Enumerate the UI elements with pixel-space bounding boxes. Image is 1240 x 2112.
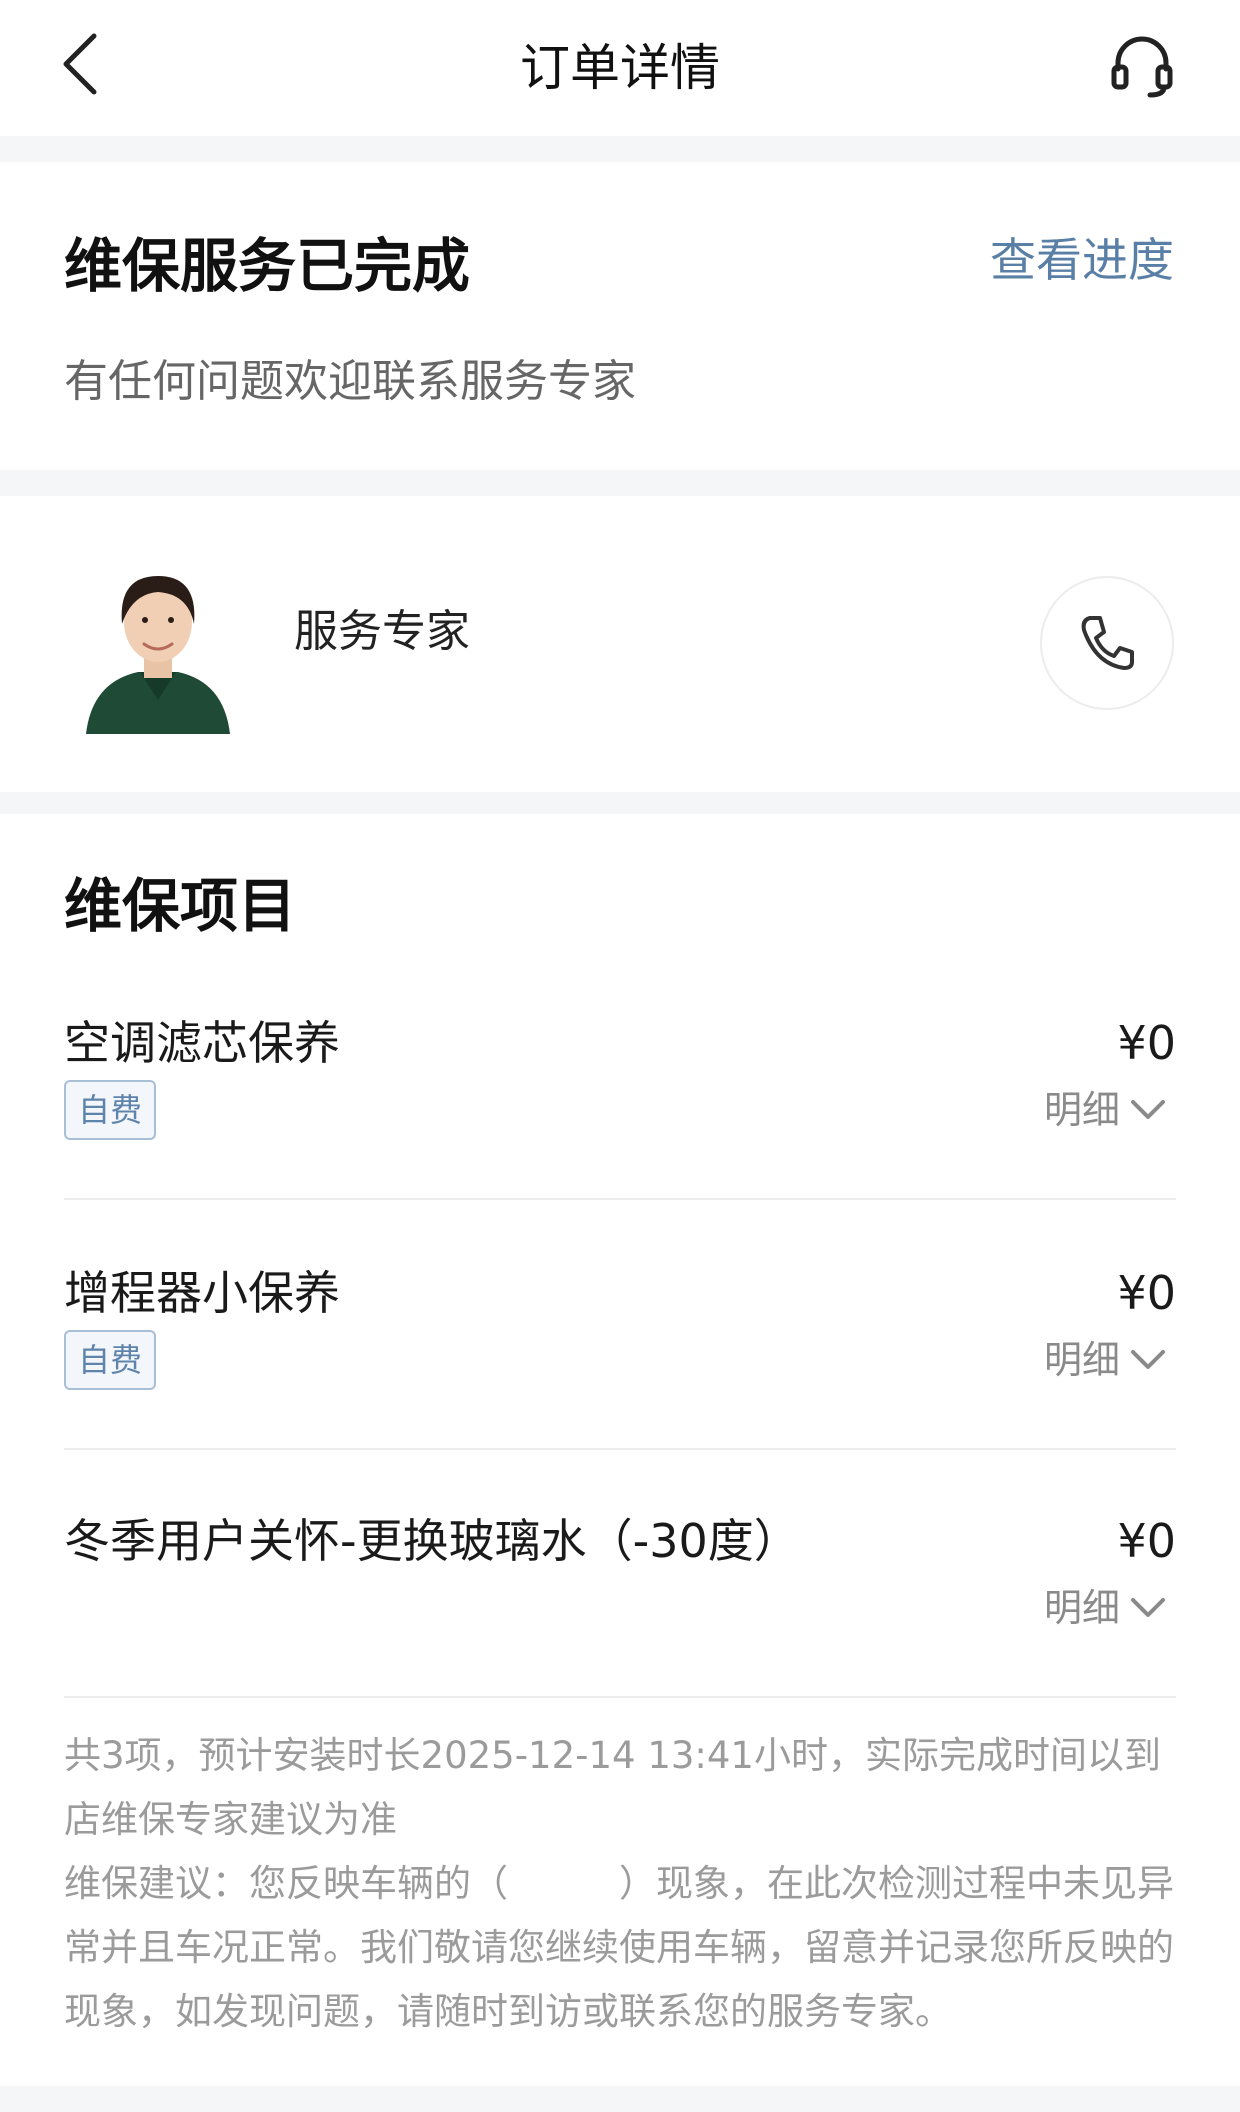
item-name: 空调滤芯保养 <box>64 1016 340 1070</box>
detail-toggle[interactable]: 明细 <box>1044 1082 1166 1138</box>
expert-label: 服务专家 <box>294 606 470 657</box>
section-title: 维保项目 <box>64 872 297 940</box>
status-title: 维保服务已完成 <box>64 232 471 300</box>
divider <box>64 1198 1176 1200</box>
list-item: 增程器小保养 ¥0 自费 明细 <box>64 1260 1176 1420</box>
detail-toggle[interactable]: 明细 <box>1044 1580 1166 1636</box>
divider <box>64 1696 1176 1698</box>
call-expert-button[interactable] <box>1040 576 1174 710</box>
detail-label: 明细 <box>1043 1088 1120 1132</box>
item-name: 增程器小保养 <box>64 1266 340 1320</box>
status-subtitle: 有任何问题欢迎联系服务专家 <box>64 356 636 407</box>
summary-text: 共3项，预计安装时长2025-12-14 13:41小时，实际完成时间以到店维保… <box>64 1734 1161 1841</box>
headset-icon <box>1111 36 1173 98</box>
divider <box>64 1448 1176 1450</box>
detail-label: 明细 <box>1043 1586 1120 1630</box>
page-title: 订单详情 <box>520 39 720 97</box>
detail-label: 明细 <box>1043 1338 1120 1382</box>
detail-toggle[interactable]: 明细 <box>1044 1332 1166 1388</box>
top-nav-bar: 订单详情 <box>0 0 1240 136</box>
service-expert-card: 服务专家 <box>0 496 1240 792</box>
self-pay-badge: 自费 <box>64 1330 156 1390</box>
maintenance-notes: 共3项，预计安装时长2025-12-14 13:41小时，实际完成时间以到店维保… <box>64 1724 1176 2044</box>
phone-icon <box>1081 616 1134 670</box>
maintenance-items-card: 维保项目 空调滤芯保养 ¥0 自费 明细 增程器小保养 ¥0 自费 明细 冬季用… <box>0 814 1240 2086</box>
item-price: ¥0 <box>1117 1016 1176 1070</box>
list-item: 冬季用户关怀-更换玻璃水（-30度） ¥0 明细 <box>64 1508 1176 1648</box>
expert-avatar <box>86 576 230 734</box>
item-price: ¥0 <box>1117 1266 1176 1320</box>
advice-text: 维保建议：您反映车辆的（ ）现象，在此次检测过程中未见异常并且车况正常。我们敬请… <box>64 1862 1174 2033</box>
list-item: 空调滤芯保养 ¥0 自费 明细 <box>64 1010 1176 1170</box>
view-progress-link[interactable]: 查看进度 <box>990 222 1174 298</box>
chevron-down-icon <box>1131 1100 1165 1119</box>
self-pay-badge: 自费 <box>64 1080 156 1140</box>
chevron-down-icon <box>1131 1350 1165 1369</box>
item-name: 冬季用户关怀-更换玻璃水（-30度） <box>64 1514 800 1568</box>
chevron-down-icon <box>1131 1598 1165 1617</box>
customer-service-button[interactable] <box>1104 28 1180 104</box>
order-status-card: 维保服务已完成 查看进度 有任何问题欢迎联系服务专家 <box>0 162 1240 470</box>
item-price: ¥0 <box>1117 1514 1176 1568</box>
